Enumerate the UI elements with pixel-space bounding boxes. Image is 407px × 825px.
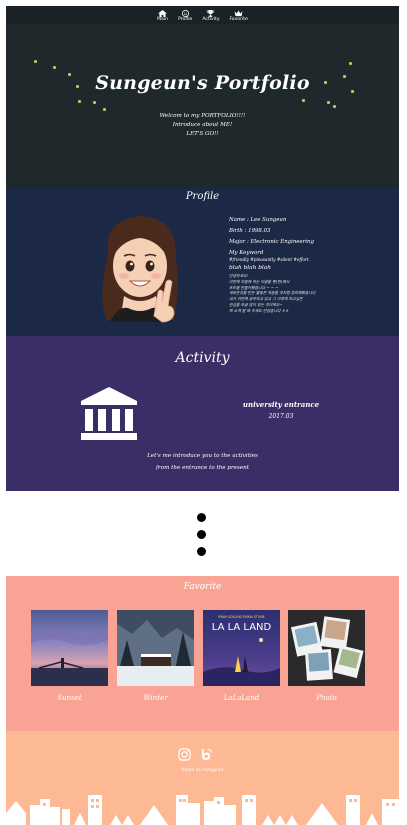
star-decoration	[327, 101, 330, 104]
hero-line: Introduce about ME!	[172, 122, 233, 128]
nav-label: Profile	[178, 17, 193, 22]
crown-icon	[234, 10, 243, 17]
made-by-text: made by Sungeun	[181, 768, 224, 773]
polaroid-photo	[288, 610, 365, 686]
top-nav: Main Profile Activity Favorite	[6, 6, 399, 24]
profile-major: Major : Electronic Engineering	[229, 239, 314, 245]
profile-name: Name : Lee Sungeun	[229, 217, 287, 223]
trophy-icon	[207, 10, 215, 17]
activity-entry-name: university entrance	[242, 400, 320, 409]
profile-birth: Birth : 1998.03	[229, 228, 271, 234]
favorite-label: Winter	[143, 694, 168, 702]
ellipsis-dot	[197, 530, 206, 539]
favorite-title: Favorite	[183, 582, 222, 592]
favorite-label: Photo	[316, 694, 337, 702]
favorite-card-sunset[interactable]: Sunset	[31, 610, 108, 702]
profile-title: Profile	[185, 191, 220, 202]
bio-title: blah blah blah	[229, 265, 271, 271]
face-icon	[181, 10, 189, 17]
footer: made by Sungeun	[6, 731, 399, 825]
hero-subtitle: Welcom to my PORTFOLIO!!!! Introduce abo…	[6, 112, 399, 139]
lalaland-poster: RYAN GOSLING EMMA STONE LA LA LAND	[203, 610, 280, 686]
nav-item-profile[interactable]: Profile	[178, 10, 192, 22]
favorite-card-winter[interactable]: Winter	[117, 610, 194, 702]
star-decoration	[34, 60, 37, 63]
hero-section: Sungeun's Portfolio Welcom to my PORTFOL…	[6, 24, 399, 188]
star-decoration	[349, 62, 352, 65]
nav-item-activity[interactable]: Activity	[202, 10, 220, 22]
ellipsis-dot	[197, 547, 206, 556]
activity-section: Activity university entrance 2017.03 Let…	[6, 336, 399, 491]
favorite-card-photo[interactable]: Photo	[288, 610, 365, 702]
profile-info: Name : Lee Sungeun Birth : 1998.03 Major…	[229, 215, 379, 314]
favorite-section: Favorite Sunset Winter RYAN GOSLING EMMA…	[6, 576, 399, 731]
instagram-icon[interactable]	[178, 748, 191, 761]
hero-line: Welcom to my PORTFOLIO!!!!	[159, 113, 246, 119]
activity-entry: university entrance 2017.03	[226, 399, 336, 422]
bio-line: 제 소개 잘 봐 주세요 반갑습니다 ㅎㅎ	[229, 307, 289, 313]
star-decoration	[333, 105, 336, 108]
nav-item-main[interactable]: Main	[157, 10, 168, 22]
star-decoration	[78, 100, 81, 103]
poster-title: LA LA LAND	[212, 622, 272, 633]
avatar	[102, 216, 178, 323]
university-icon	[81, 387, 137, 440]
hero-line: LET'S GO!!	[186, 131, 219, 137]
skyline-decoration	[6, 795, 399, 825]
star-decoration	[302, 99, 305, 102]
sunset-photo	[31, 610, 108, 686]
star-decoration	[93, 101, 96, 104]
activity-description: Let's me introduce you to the activities…	[6, 450, 399, 474]
profile-section: Profile Name : Lee Sungeun Birth : 1998.…	[6, 188, 399, 336]
favorite-card-lalaland[interactable]: RYAN GOSLING EMMA STONE LA LA LAND LaLaL…	[203, 610, 280, 702]
home-icon	[158, 10, 167, 17]
activity-title: Activity	[175, 350, 230, 366]
favorite-label: Sunset	[57, 694, 82, 702]
nav-label: Activity	[202, 17, 220, 22]
star-decoration	[53, 66, 56, 69]
nav-label: Main	[157, 17, 169, 22]
bio-text: 안녕하세요! 이번에 처음에 하는 이글을 통(한)해서 포트폴 만들어봤습니다…	[229, 273, 379, 314]
favorite-label: LaLaLand	[223, 694, 260, 702]
poster-credits: RYAN GOSLING EMMA STONE	[218, 615, 264, 619]
hero-title: Sungeun's Portfolio	[95, 72, 310, 94]
nav-label: Favorite	[229, 17, 248, 22]
vertical-ellipsis	[197, 513, 209, 564]
ellipsis-dot	[197, 513, 206, 522]
blog-icon[interactable]	[200, 748, 213, 761]
keyword-title: My Keyword	[229, 250, 264, 256]
star-decoration	[103, 108, 106, 111]
nav-item-favorite[interactable]: Favorite	[230, 10, 248, 22]
winter-photo	[117, 610, 194, 686]
activity-entry-date: 2017.03	[268, 413, 294, 420]
footer-social-links	[178, 748, 213, 761]
activity-desc-line: Let's me introduce you to the activities	[147, 453, 258, 459]
activity-desc-line: from the entrance to the present	[155, 465, 250, 471]
